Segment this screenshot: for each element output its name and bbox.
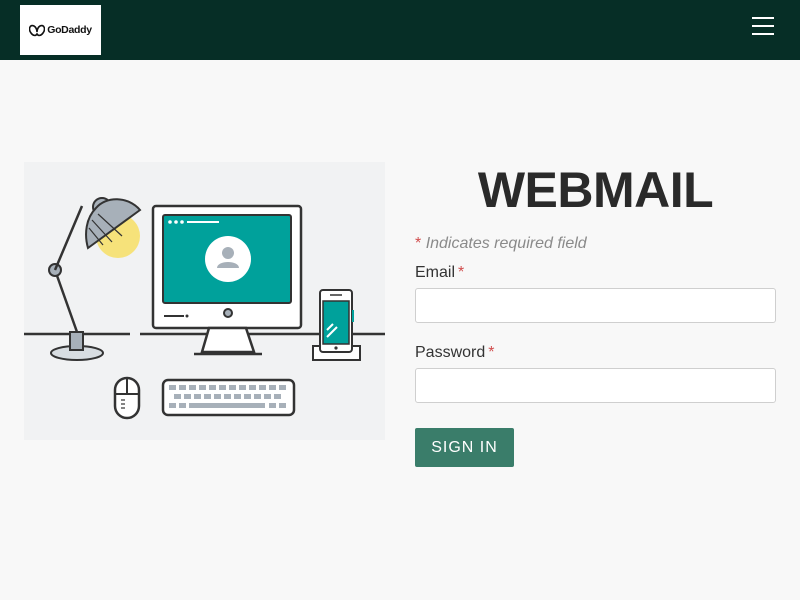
computer-monitor-icon bbox=[151, 204, 303, 356]
password-label: Password * bbox=[415, 344, 495, 361]
required-asterisk: * bbox=[458, 264, 465, 281]
required-note-text: Indicates required field bbox=[425, 235, 587, 252]
password-field[interactable] bbox=[415, 368, 776, 403]
page-title: WEBMAIL bbox=[477, 162, 714, 218]
required-asterisk: * bbox=[415, 235, 422, 252]
mouse-icon bbox=[113, 376, 141, 420]
hamburger-menu-icon[interactable] bbox=[752, 16, 776, 36]
user-avatar-icon bbox=[205, 236, 251, 282]
godaddy-logo[interactable]: GoDaddy bbox=[20, 5, 101, 55]
logo-text: GoDaddy bbox=[47, 24, 92, 36]
sign-in-button[interactable]: SIGN IN bbox=[415, 428, 514, 467]
top-navigation-bar: GoDaddy bbox=[0, 0, 800, 60]
email-field[interactable] bbox=[415, 288, 776, 323]
required-asterisk: * bbox=[488, 344, 495, 361]
keyboard-icon bbox=[161, 378, 296, 417]
desk-illustration bbox=[24, 162, 385, 440]
godaddy-logo-icon bbox=[29, 24, 46, 36]
smartphone-icon bbox=[312, 289, 361, 361]
email-label: Email * bbox=[415, 264, 465, 281]
required-field-note: * Indicates required field bbox=[415, 235, 587, 253]
desk-lamp-icon bbox=[48, 197, 142, 361]
